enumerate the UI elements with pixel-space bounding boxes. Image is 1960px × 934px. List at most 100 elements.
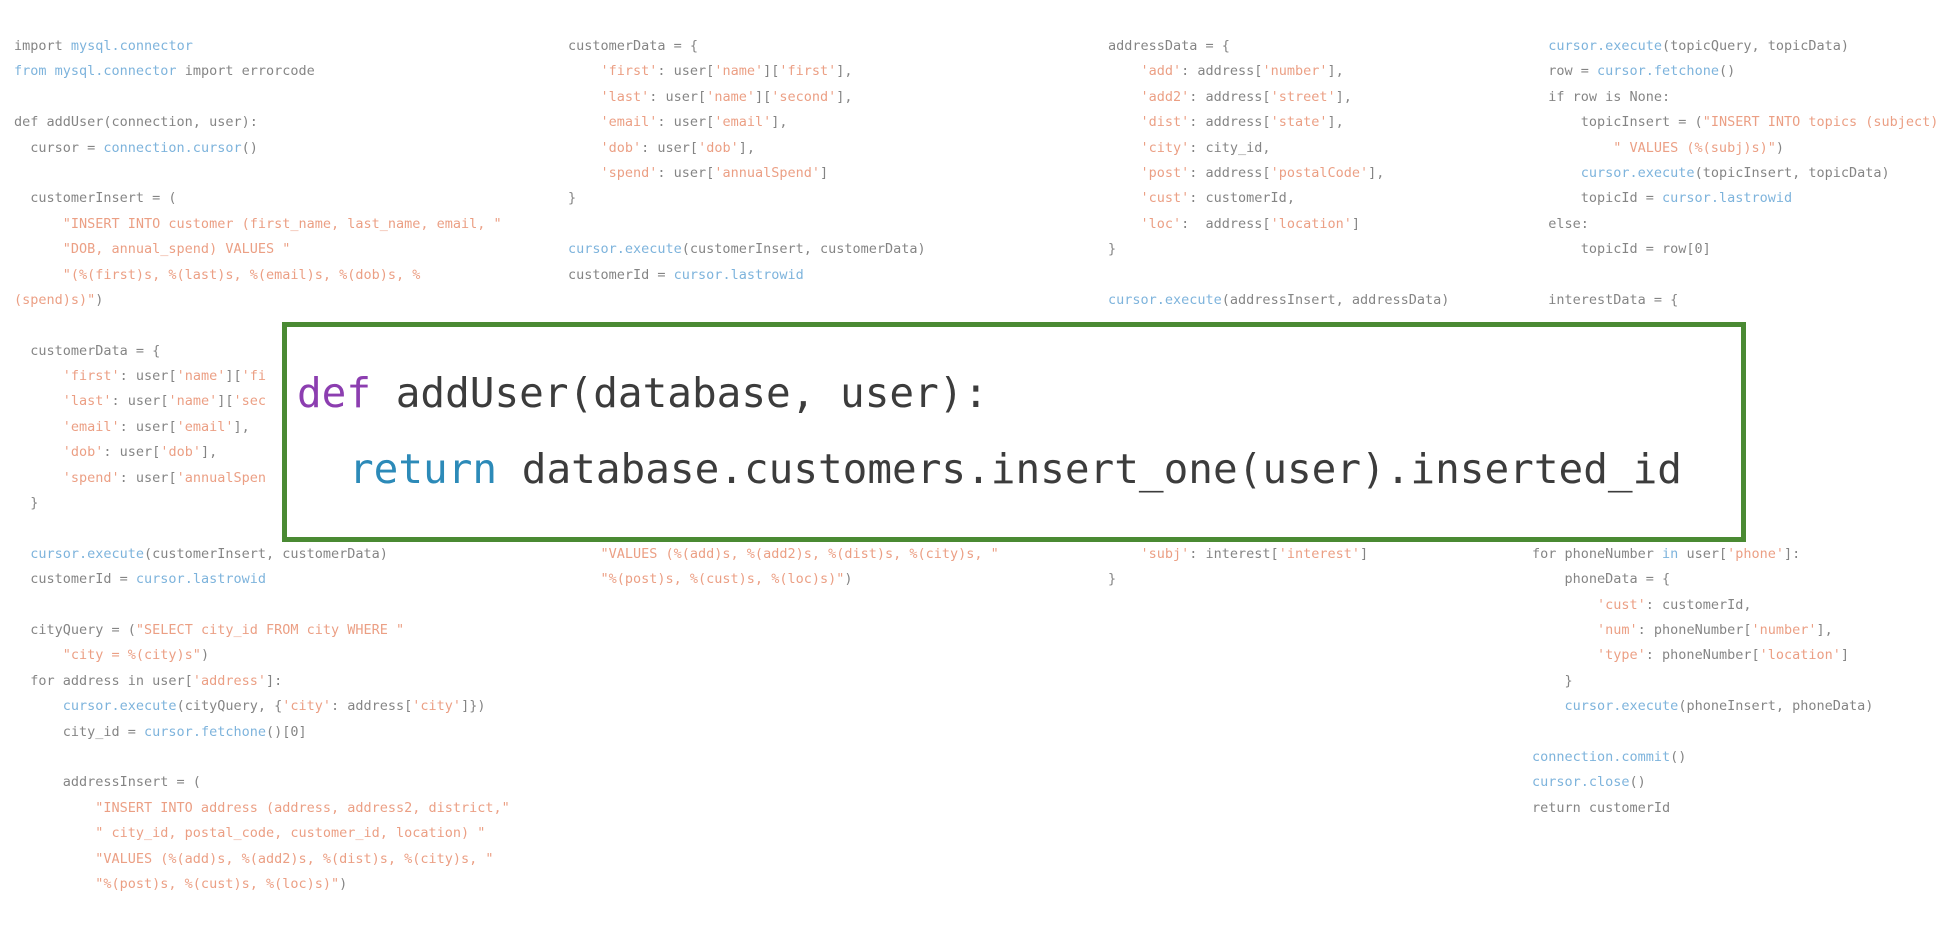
code-line: row = cursor.fetchone(): [1532, 59, 1938, 84]
code-token: "INSERT INTO topics (subject): [1702, 114, 1939, 131]
code-token: }: [1108, 241, 1117, 258]
code-token: phoneData = {: [1532, 571, 1671, 588]
code-token: : user[: [657, 164, 715, 181]
code-line: cursor.execute(customerInsert, customerD…: [568, 237, 999, 262]
code-token: ): [844, 571, 853, 588]
code-line: for phoneNumber in user['phone']:: [1532, 542, 1938, 567]
code-token: ]: [819, 164, 829, 181]
code-token: 'name': [714, 63, 764, 80]
code-token: : user[: [657, 114, 715, 131]
code-token: 'num': [1532, 621, 1638, 638]
code-line: "DOB, annual_spend) VALUES ": [14, 237, 510, 262]
code-token: cursor.execute: [1532, 38, 1663, 54]
code-token: "VALUES (%(add)s, %(add2)s, %(dist)s, %(…: [14, 850, 494, 867]
code-line: 'first': user['name']['first'],: [568, 59, 999, 84]
code-token: 'name': [168, 393, 218, 410]
code-line: cursor = connection.cursor(): [14, 136, 510, 161]
code-token: : address[: [1181, 63, 1263, 80]
code-token: 'location': [1759, 647, 1841, 664]
code-token: ]: [1359, 545, 1369, 562]
code-token: 'spend': [568, 164, 658, 181]
code-token: 'first': [779, 63, 837, 80]
code-line: 'last': user['name']['second'],: [568, 85, 999, 110]
code-token: customerId =: [14, 571, 136, 588]
code-line: else:: [1532, 212, 1938, 237]
code-token: 'spend': [14, 469, 120, 486]
code-token: connection.commit: [1532, 748, 1671, 765]
code-token: : user[: [111, 393, 169, 410]
code-token: (): [1718, 63, 1736, 80]
code-token: ): [95, 291, 104, 308]
code-line: city_id = cursor.fetchone()[0]: [14, 720, 510, 745]
code-line: 'email': user['email'],: [568, 110, 999, 135]
code-token: cityQuery = (: [14, 621, 136, 638]
code-token: "city = %(city)s": [14, 647, 201, 664]
code-token: ]:: [265, 672, 283, 689]
code-token: 'number': [1751, 621, 1817, 638]
code-token: : address[: [1189, 88, 1271, 105]
code-token: 'name': [176, 368, 226, 385]
code-token: 'last': [568, 88, 650, 105]
code-token: 'dob': [14, 444, 104, 461]
code-line: topicId = cursor.lastrowid: [1532, 186, 1938, 211]
return-expression: database.customers.insert_one(user).inse…: [497, 445, 1682, 493]
code-line: " VALUES (%(subj)s)"): [1532, 136, 1938, 161]
code-token: 'loc': [1108, 215, 1182, 232]
code-line: 'dist': address['state'],: [1108, 110, 1449, 135]
code-token: : phoneNumber[: [1637, 621, 1752, 638]
overlay-def-line: def addUser(database, user):: [297, 369, 988, 417]
code-token: : user[: [119, 418, 177, 435]
code-token: city_id =: [14, 723, 145, 740]
code-line: addressInsert = (: [14, 770, 510, 795]
code-token: (): [1629, 774, 1646, 791]
code-token: 'type': [1532, 647, 1646, 664]
code-token: 'city': [1108, 139, 1190, 156]
code-token: (phoneInsert, phoneData): [1678, 698, 1874, 715]
code-token: }: [1108, 571, 1117, 588]
code-line: cursor.close(): [1532, 770, 1938, 795]
code-line: return customerId: [1532, 796, 1938, 821]
code-line: topicInsert = ("INSERT INTO topics (subj…: [1532, 110, 1939, 135]
code-token: addressData = {: [1108, 38, 1230, 54]
code-token: 'city': [412, 698, 462, 715]
code-line: 'type': phoneNumber['location']: [1532, 643, 1938, 668]
def-keyword: def: [297, 369, 372, 417]
code-token: }: [14, 495, 39, 512]
code-line: 'spend': user['annualSpend']: [568, 161, 999, 186]
code-line: 'num': phoneNumber['number'],: [1532, 618, 1938, 643]
code-token: : user[: [649, 88, 707, 105]
code-token: cursor =: [14, 139, 104, 156]
code-token: 'interest': [1278, 545, 1360, 562]
code-token: 'fi: [241, 368, 267, 385]
code-token: 'first': [568, 63, 658, 80]
code-token: ],: [1335, 88, 1352, 105]
code-line: "%(post)s, %(cust)s, %(loc)s)"): [14, 872, 510, 897]
code-token: interestData = {: [1532, 291, 1679, 308]
code-line: customerData = {: [568, 34, 999, 59]
code-line: 'cust': customerId,: [1108, 186, 1449, 211]
code-token: ]: [1351, 215, 1360, 232]
code-token: (spend)s)": [14, 291, 96, 308]
code-line: }: [1532, 669, 1938, 694]
code-token: 'address': [192, 672, 266, 689]
code-token: for address in user[: [14, 672, 193, 689]
code-line: phoneData = {: [1532, 567, 1938, 592]
code-line: cursor.execute(customerInsert, customerD…: [14, 542, 510, 567]
code-token: "VALUES (%(add)s, %(add2)s, %(dist)s, %(…: [568, 545, 999, 562]
code-token: 'annualSpend': [714, 164, 820, 181]
code-token: def addUser(connection, user):: [14, 114, 258, 131]
code-token: : phoneNumber[: [1645, 647, 1760, 664]
code-token: 'email': [14, 418, 120, 435]
code-token: (customerInsert, customerData): [144, 545, 388, 562]
code-token: : address[: [1189, 114, 1271, 131]
code-token: ][: [225, 368, 242, 385]
code-token: for phoneNumber: [1532, 545, 1663, 562]
code-token: 'street': [1270, 88, 1336, 105]
code-token: 'email': [176, 418, 234, 435]
code-line: from mysql.connector import errorcode: [14, 59, 510, 84]
code-line: 'dob': user['dob'],: [568, 136, 999, 161]
code-token: connection.cursor: [103, 139, 242, 156]
